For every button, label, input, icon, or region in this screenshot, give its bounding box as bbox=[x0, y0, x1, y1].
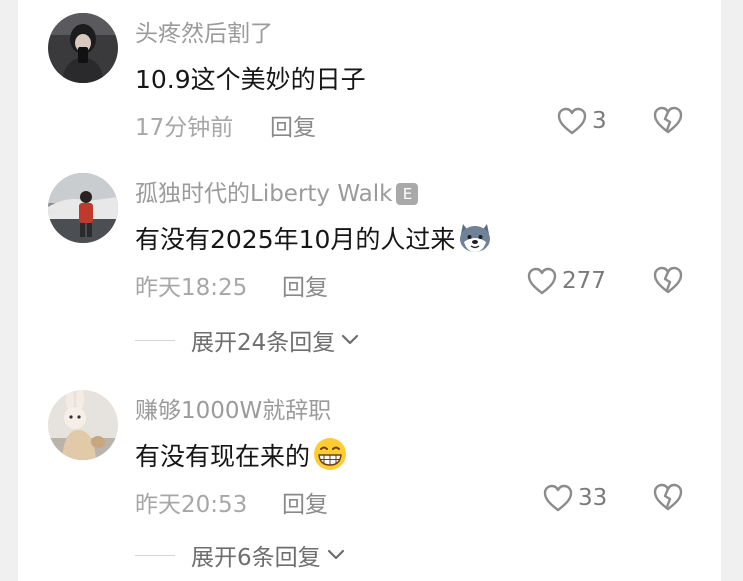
heart-outline-icon bbox=[557, 107, 587, 135]
like-button[interactable]: 3 bbox=[556, 104, 607, 138]
username-text[interactable]: 孤独时代的Liberty Walk bbox=[135, 181, 392, 207]
reply-button[interactable]: 回复 bbox=[270, 108, 316, 142]
avatar[interactable] bbox=[48, 390, 118, 460]
comment-text: 有没有2025年10月的人过来 bbox=[135, 220, 493, 256]
expand-replies-label: 展开6条回复 bbox=[191, 545, 321, 571]
like-button[interactable]: 277 bbox=[526, 264, 606, 298]
comment-text: 有没有现在来的 bbox=[135, 437, 348, 473]
broken-heart-icon bbox=[653, 106, 683, 134]
husky-emoji-icon bbox=[457, 220, 493, 254]
comment-text-content: 有没有现在来的 bbox=[135, 442, 311, 471]
broken-heart-icon bbox=[653, 266, 683, 294]
avatar[interactable] bbox=[48, 13, 118, 83]
comment-text-content: 10.9这个美妙的日子 bbox=[135, 65, 366, 94]
reply-button[interactable]: 回复 bbox=[282, 268, 328, 302]
grin-emoji-icon bbox=[312, 437, 348, 471]
divider-line bbox=[135, 554, 175, 556]
dislike-button[interactable] bbox=[652, 482, 684, 516]
chevron-down-icon bbox=[342, 334, 359, 345]
like-count: 3 bbox=[592, 108, 607, 134]
username[interactable]: 头疼然后割了 bbox=[135, 14, 273, 48]
expand-replies-button[interactable]: 展开24条回复 bbox=[135, 325, 359, 356]
divider-line bbox=[135, 339, 175, 341]
author-badge: E bbox=[396, 183, 419, 205]
comment-list: 头疼然后割了 10.9这个美妙的日子 17分钟前 回复 3 孤独时代的Liber… bbox=[18, 0, 721, 581]
like-count: 277 bbox=[562, 268, 606, 294]
timestamp: 昨天20:53 bbox=[135, 492, 248, 518]
timestamp: 17分钟前 bbox=[135, 115, 234, 141]
username[interactable]: 孤独时代的Liberty Walk E bbox=[135, 174, 419, 208]
reply-button[interactable]: 回复 bbox=[282, 485, 328, 519]
dislike-button[interactable] bbox=[652, 265, 684, 299]
dislike-button[interactable] bbox=[652, 105, 684, 139]
timestamp: 昨天18:25 bbox=[135, 275, 248, 301]
chevron-down-icon bbox=[327, 549, 344, 560]
like-button[interactable]: 33 bbox=[542, 481, 607, 515]
heart-outline-icon bbox=[543, 484, 573, 512]
expand-replies-button[interactable]: 展开6条回复 bbox=[135, 540, 345, 571]
comment-text: 10.9这个美妙的日子 bbox=[135, 60, 366, 96]
comment-text-content: 有没有2025年10月的人过来 bbox=[135, 225, 456, 254]
heart-outline-icon bbox=[527, 267, 557, 295]
username[interactable]: 赚够1000W就辞职 bbox=[135, 391, 331, 425]
avatar[interactable] bbox=[48, 173, 118, 243]
expand-replies-label: 展开24条回复 bbox=[191, 330, 336, 356]
broken-heart-icon bbox=[653, 483, 683, 511]
like-count: 33 bbox=[578, 485, 608, 511]
